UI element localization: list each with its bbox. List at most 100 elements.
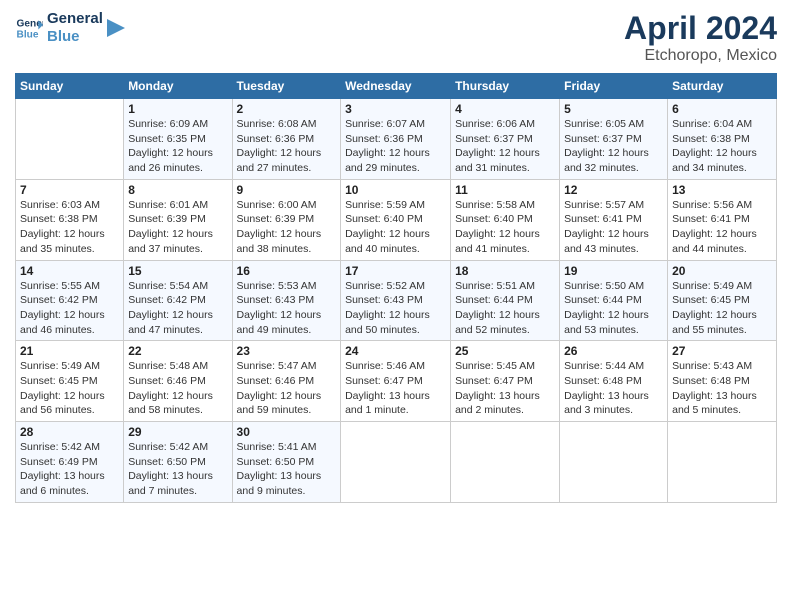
page-title: April 2024	[624, 10, 777, 47]
cell-info: Sunrise: 5:59 AMSunset: 6:40 PMDaylight:…	[345, 198, 446, 257]
day-number: 23	[237, 344, 337, 358]
cell-info: Sunrise: 6:08 AMSunset: 6:36 PMDaylight:…	[237, 117, 337, 176]
cell-info: Sunrise: 5:43 AMSunset: 6:48 PMDaylight:…	[672, 359, 772, 418]
day-number: 25	[455, 344, 555, 358]
cell-info: Sunrise: 5:56 AMSunset: 6:41 PMDaylight:…	[672, 198, 772, 257]
page-container: General Blue General Blue April 2024 Etc…	[0, 0, 792, 513]
cell-info: Sunrise: 6:00 AMSunset: 6:39 PMDaylight:…	[237, 198, 337, 257]
day-number: 15	[128, 264, 227, 278]
svg-text:Blue: Blue	[17, 29, 39, 40]
header: General Blue General Blue April 2024 Etc…	[15, 10, 777, 65]
day-number: 12	[564, 183, 663, 197]
column-header-thursday: Thursday	[451, 74, 560, 99]
calendar-cell: 4Sunrise: 6:06 AMSunset: 6:37 PMDaylight…	[451, 99, 560, 180]
calendar-cell: 28Sunrise: 5:42 AMSunset: 6:49 PMDayligh…	[16, 422, 124, 503]
logo: General Blue General Blue	[15, 10, 125, 46]
calendar-cell: 26Sunrise: 5:44 AMSunset: 6:48 PMDayligh…	[560, 341, 668, 422]
cell-info: Sunrise: 6:01 AMSunset: 6:39 PMDaylight:…	[128, 198, 227, 257]
cell-info: Sunrise: 6:05 AMSunset: 6:37 PMDaylight:…	[564, 117, 663, 176]
day-number: 7	[20, 183, 119, 197]
cell-info: Sunrise: 5:42 AMSunset: 6:49 PMDaylight:…	[20, 440, 119, 499]
calendar-cell: 8Sunrise: 6:01 AMSunset: 6:39 PMDaylight…	[124, 179, 232, 260]
cell-info: Sunrise: 6:04 AMSunset: 6:38 PMDaylight:…	[672, 117, 772, 176]
column-header-friday: Friday	[560, 74, 668, 99]
calendar-cell: 19Sunrise: 5:50 AMSunset: 6:44 PMDayligh…	[560, 260, 668, 341]
logo-general: General	[47, 10, 103, 28]
calendar-cell: 14Sunrise: 5:55 AMSunset: 6:42 PMDayligh…	[16, 260, 124, 341]
day-number: 3	[345, 102, 446, 116]
calendar-week-row: 28Sunrise: 5:42 AMSunset: 6:49 PMDayligh…	[16, 422, 777, 503]
day-number: 24	[345, 344, 446, 358]
calendar-cell: 16Sunrise: 5:53 AMSunset: 6:43 PMDayligh…	[232, 260, 341, 341]
day-number: 18	[455, 264, 555, 278]
column-header-saturday: Saturday	[668, 74, 777, 99]
calendar-cell: 13Sunrise: 5:56 AMSunset: 6:41 PMDayligh…	[668, 179, 777, 260]
cell-info: Sunrise: 5:50 AMSunset: 6:44 PMDaylight:…	[564, 279, 663, 338]
calendar-cell: 30Sunrise: 5:41 AMSunset: 6:50 PMDayligh…	[232, 422, 341, 503]
calendar-cell: 15Sunrise: 5:54 AMSunset: 6:42 PMDayligh…	[124, 260, 232, 341]
day-number: 2	[237, 102, 337, 116]
calendar-cell	[451, 422, 560, 503]
cell-info: Sunrise: 6:07 AMSunset: 6:36 PMDaylight:…	[345, 117, 446, 176]
cell-info: Sunrise: 5:49 AMSunset: 6:45 PMDaylight:…	[672, 279, 772, 338]
day-number: 22	[128, 344, 227, 358]
calendar-cell: 20Sunrise: 5:49 AMSunset: 6:45 PMDayligh…	[668, 260, 777, 341]
day-number: 1	[128, 102, 227, 116]
day-number: 14	[20, 264, 119, 278]
cell-info: Sunrise: 5:58 AMSunset: 6:40 PMDaylight:…	[455, 198, 555, 257]
calendar-cell	[560, 422, 668, 503]
cell-info: Sunrise: 5:49 AMSunset: 6:45 PMDaylight:…	[20, 359, 119, 418]
cell-info: Sunrise: 5:54 AMSunset: 6:42 PMDaylight:…	[128, 279, 227, 338]
calendar-cell: 11Sunrise: 5:58 AMSunset: 6:40 PMDayligh…	[451, 179, 560, 260]
cell-info: Sunrise: 5:42 AMSunset: 6:50 PMDaylight:…	[128, 440, 227, 499]
day-number: 30	[237, 425, 337, 439]
cell-info: Sunrise: 5:53 AMSunset: 6:43 PMDaylight:…	[237, 279, 337, 338]
day-number: 8	[128, 183, 227, 197]
calendar-cell: 18Sunrise: 5:51 AMSunset: 6:44 PMDayligh…	[451, 260, 560, 341]
cell-info: Sunrise: 6:03 AMSunset: 6:38 PMDaylight:…	[20, 198, 119, 257]
day-number: 11	[455, 183, 555, 197]
day-number: 27	[672, 344, 772, 358]
column-header-wednesday: Wednesday	[341, 74, 451, 99]
page-subtitle: Etchoropo, Mexico	[624, 47, 777, 65]
cell-info: Sunrise: 5:44 AMSunset: 6:48 PMDaylight:…	[564, 359, 663, 418]
cell-info: Sunrise: 5:46 AMSunset: 6:47 PMDaylight:…	[345, 359, 446, 418]
calendar-cell: 5Sunrise: 6:05 AMSunset: 6:37 PMDaylight…	[560, 99, 668, 180]
cell-info: Sunrise: 5:48 AMSunset: 6:46 PMDaylight:…	[128, 359, 227, 418]
calendar-cell: 10Sunrise: 5:59 AMSunset: 6:40 PMDayligh…	[341, 179, 451, 260]
calendar-cell: 12Sunrise: 5:57 AMSunset: 6:41 PMDayligh…	[560, 179, 668, 260]
day-number: 20	[672, 264, 772, 278]
logo-arrow-icon	[107, 19, 125, 37]
calendar-cell	[668, 422, 777, 503]
cell-info: Sunrise: 5:55 AMSunset: 6:42 PMDaylight:…	[20, 279, 119, 338]
cell-info: Sunrise: 6:06 AMSunset: 6:37 PMDaylight:…	[455, 117, 555, 176]
title-area: April 2024 Etchoropo, Mexico	[624, 10, 777, 65]
column-header-monday: Monday	[124, 74, 232, 99]
column-header-tuesday: Tuesday	[232, 74, 341, 99]
calendar-cell	[341, 422, 451, 503]
cell-info: Sunrise: 5:52 AMSunset: 6:43 PMDaylight:…	[345, 279, 446, 338]
day-number: 19	[564, 264, 663, 278]
day-number: 26	[564, 344, 663, 358]
day-number: 17	[345, 264, 446, 278]
day-number: 5	[564, 102, 663, 116]
cell-info: Sunrise: 5:51 AMSunset: 6:44 PMDaylight:…	[455, 279, 555, 338]
calendar-cell: 29Sunrise: 5:42 AMSunset: 6:50 PMDayligh…	[124, 422, 232, 503]
calendar-cell: 22Sunrise: 5:48 AMSunset: 6:46 PMDayligh…	[124, 341, 232, 422]
logo-icon: General Blue	[15, 14, 43, 42]
calendar-cell: 21Sunrise: 5:49 AMSunset: 6:45 PMDayligh…	[16, 341, 124, 422]
day-number: 29	[128, 425, 227, 439]
calendar-cell: 17Sunrise: 5:52 AMSunset: 6:43 PMDayligh…	[341, 260, 451, 341]
calendar-cell: 9Sunrise: 6:00 AMSunset: 6:39 PMDaylight…	[232, 179, 341, 260]
day-number: 28	[20, 425, 119, 439]
calendar-table: SundayMondayTuesdayWednesdayThursdayFrid…	[15, 73, 777, 503]
calendar-cell: 1Sunrise: 6:09 AMSunset: 6:35 PMDaylight…	[124, 99, 232, 180]
calendar-week-row: 7Sunrise: 6:03 AMSunset: 6:38 PMDaylight…	[16, 179, 777, 260]
calendar-cell: 23Sunrise: 5:47 AMSunset: 6:46 PMDayligh…	[232, 341, 341, 422]
cell-info: Sunrise: 5:47 AMSunset: 6:46 PMDaylight:…	[237, 359, 337, 418]
calendar-week-row: 14Sunrise: 5:55 AMSunset: 6:42 PMDayligh…	[16, 260, 777, 341]
calendar-cell: 7Sunrise: 6:03 AMSunset: 6:38 PMDaylight…	[16, 179, 124, 260]
calendar-cell: 27Sunrise: 5:43 AMSunset: 6:48 PMDayligh…	[668, 341, 777, 422]
calendar-cell: 25Sunrise: 5:45 AMSunset: 6:47 PMDayligh…	[451, 341, 560, 422]
column-header-sunday: Sunday	[16, 74, 124, 99]
